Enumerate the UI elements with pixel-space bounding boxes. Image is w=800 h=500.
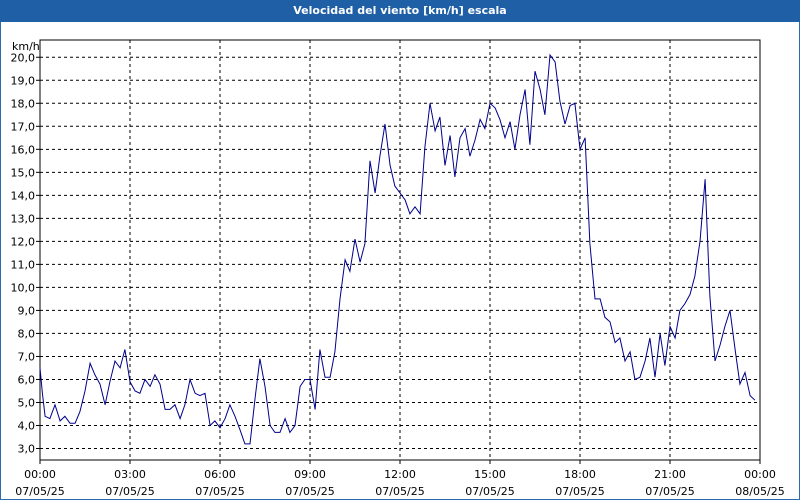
line-chart: km/h 3,04,05,06,07,08,09,010,011,012,013… bbox=[11, 39, 785, 498]
x-tick-time: 06:00 bbox=[204, 468, 236, 481]
x-tick-time: 18:00 bbox=[564, 468, 596, 481]
y-tick-label: 7,0 bbox=[18, 350, 36, 363]
y-tick-label: 3,0 bbox=[18, 442, 36, 455]
y-tick-label: 9,0 bbox=[18, 304, 36, 317]
y-tick-label: 11,0 bbox=[11, 258, 36, 271]
y-tick-label: 8,0 bbox=[18, 327, 36, 340]
x-tick-time: 09:00 bbox=[294, 468, 326, 481]
y-tick-label: 17,0 bbox=[11, 120, 36, 133]
x-tick-time: 15:00 bbox=[474, 468, 506, 481]
x-tick-time: 21:00 bbox=[654, 468, 686, 481]
x-tick-date: 07/05/25 bbox=[195, 485, 244, 498]
x-tick-time: 00:00 bbox=[744, 468, 776, 481]
x-tick-date: 07/05/25 bbox=[15, 485, 64, 498]
y-tick-label: 19,0 bbox=[11, 74, 36, 87]
x-tick-date: 07/05/25 bbox=[555, 485, 604, 498]
x-tick-date: 08/05/25 bbox=[735, 485, 784, 498]
y-tick-label: 10,0 bbox=[11, 281, 36, 294]
y-tick-labels: 3,0 4,0 5,0 6,0 7,0 8,0 9,0 10,0 11,0 12,0 13,0 14,… bbox=[11, 51, 36, 455]
y-tick-label: 14,0 bbox=[11, 189, 36, 202]
wind-speed-line bbox=[39, 53, 756, 445]
y-tick-label: 12,0 bbox=[11, 235, 36, 248]
y-tick-label: 6,0 bbox=[18, 373, 36, 386]
y-tick-label: 13,0 bbox=[11, 212, 36, 225]
x-tick-date: 07/05/25 bbox=[645, 485, 694, 498]
x-tick-time: 12:00 bbox=[384, 468, 416, 481]
x-tick-date: 07/05/25 bbox=[465, 485, 514, 498]
x-tick-date: 07/05/25 bbox=[375, 485, 424, 498]
y-tick-label: 4,0 bbox=[18, 419, 36, 432]
y-tick-label: 5,0 bbox=[18, 396, 36, 409]
y-tick-label: 20,0 bbox=[11, 51, 36, 64]
grid-lines bbox=[36, 40, 761, 464]
x-tick-date: 07/05/25 bbox=[105, 485, 154, 498]
y-tick-label: 16,0 bbox=[11, 143, 36, 156]
y-tick-label: 18,0 bbox=[11, 97, 36, 110]
x-tick-time: 03:00 bbox=[114, 468, 146, 481]
y-tick-label: 15,0 bbox=[11, 166, 36, 179]
x-tick-date: 07/05/25 bbox=[285, 485, 334, 498]
x-tick-time: 00:00 bbox=[24, 468, 56, 481]
x-tick-labels: 00:00 07/05/25 03:00 07/05/25 06:00 07/05/25 0… bbox=[15, 468, 784, 498]
